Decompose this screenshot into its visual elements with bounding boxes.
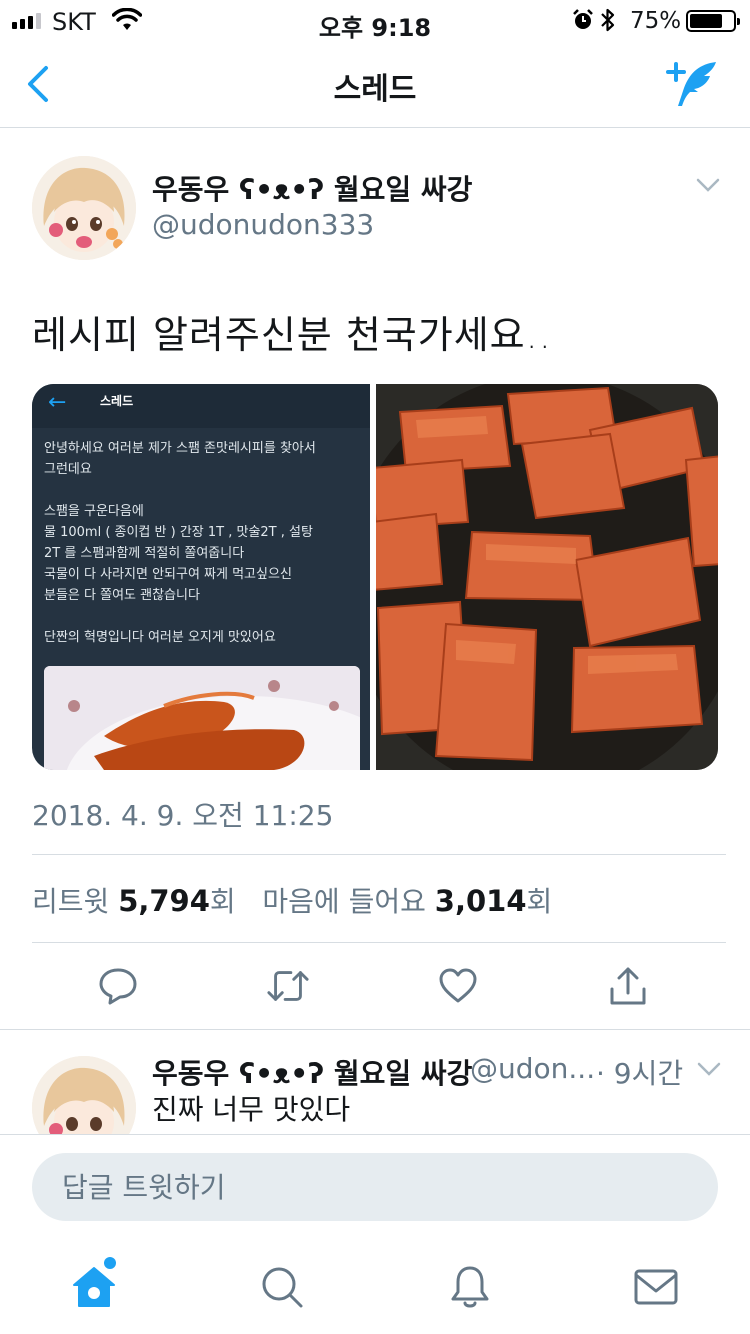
notification-dot bbox=[104, 1257, 116, 1269]
reply-author-name[interactable]: 우동우 ʕ•ᴥ•ʔ 월요일 싸강 bbox=[152, 1052, 472, 1092]
retweet-count: 5,794 bbox=[118, 884, 210, 918]
avatar[interactable] bbox=[32, 1056, 136, 1134]
tweet-actions bbox=[0, 964, 750, 1024]
bottom-bar bbox=[0, 1134, 750, 1334]
author-name[interactable]: 우동우 ʕ•ᴥ•ʔ 월요일 싸강 bbox=[152, 168, 472, 208]
tweet-stats: 리트윗 5,794회 마음에 들어요 3,014회 bbox=[32, 880, 552, 920]
reply-tweet[interactable]: 우동우 ʕ•ᴥ•ʔ 월요일 싸강 @udon... · 9시간 진짜 너무 맛있… bbox=[0, 1030, 750, 1134]
embedded-recipe-text: 안녕하세요 여러분 제가 스팸 존맛레시피를 찾아서 그런데요 스팸을 구운다음… bbox=[44, 441, 316, 645]
avatar[interactable] bbox=[32, 156, 136, 260]
bluetooth-icon bbox=[600, 7, 616, 37]
reply-text: 진짜 너무 맛있다 bbox=[152, 1093, 351, 1126]
likes-link[interactable]: 마음에 들어요 3,014회 bbox=[262, 884, 552, 918]
home-icon[interactable] bbox=[70, 1263, 118, 1311]
embedded-title: 스레드 bbox=[100, 394, 134, 408]
compose-tweet-icon[interactable] bbox=[664, 58, 720, 114]
share-icon[interactable] bbox=[606, 964, 650, 1008]
reply-author-handle[interactable]: @udon... bbox=[470, 1052, 595, 1085]
tweet-timestamp: 2018. 4. 9. 오전 11:25 bbox=[32, 799, 334, 832]
retweets-link[interactable]: 리트윗 5,794회 bbox=[32, 884, 236, 918]
reply-time: · 9시간 bbox=[596, 1057, 684, 1090]
chevron-down-icon[interactable] bbox=[696, 1060, 722, 1082]
reply-input[interactable] bbox=[32, 1153, 718, 1221]
status-bar: SKT 오후 9:18 75% bbox=[0, 0, 750, 42]
navigation-bar: 스레드 bbox=[0, 40, 750, 128]
heart-icon[interactable] bbox=[436, 964, 480, 1008]
tweet-text: 레시피 알려주신분 천국가세요.. bbox=[32, 313, 552, 357]
author-handle[interactable]: @udonudon333 bbox=[152, 208, 374, 241]
reply-icon[interactable] bbox=[96, 964, 140, 1008]
embedded-food-photo bbox=[44, 666, 360, 770]
alarm-clock-icon bbox=[572, 9, 594, 35]
like-count: 3,014 bbox=[434, 884, 527, 918]
divider bbox=[32, 854, 726, 855]
tweet-media[interactable]: ← 스레드 안녕하세요 여러분 제가 스팸 존맛레시피를 찾아서 그런데요 스팸… bbox=[32, 384, 718, 770]
divider bbox=[32, 942, 726, 943]
retweet-icon[interactable] bbox=[266, 964, 310, 1008]
battery-percent: 75% bbox=[630, 8, 682, 34]
spam-photo[interactable] bbox=[376, 384, 718, 770]
battery-level-fill bbox=[690, 14, 722, 28]
screenshot-image[interactable]: ← 스레드 안녕하세요 여러분 제가 스팸 존맛레시피를 찾아서 그런데요 스팸… bbox=[32, 384, 370, 770]
search-icon[interactable] bbox=[258, 1263, 306, 1311]
chevron-down-icon[interactable] bbox=[694, 176, 722, 198]
battery-icon bbox=[686, 10, 740, 32]
arrow-left-icon: ← bbox=[48, 390, 67, 415]
page-title: 스레드 bbox=[333, 72, 417, 107]
messages-envelope-icon[interactable] bbox=[632, 1263, 680, 1311]
notifications-bell-icon[interactable] bbox=[446, 1263, 494, 1311]
